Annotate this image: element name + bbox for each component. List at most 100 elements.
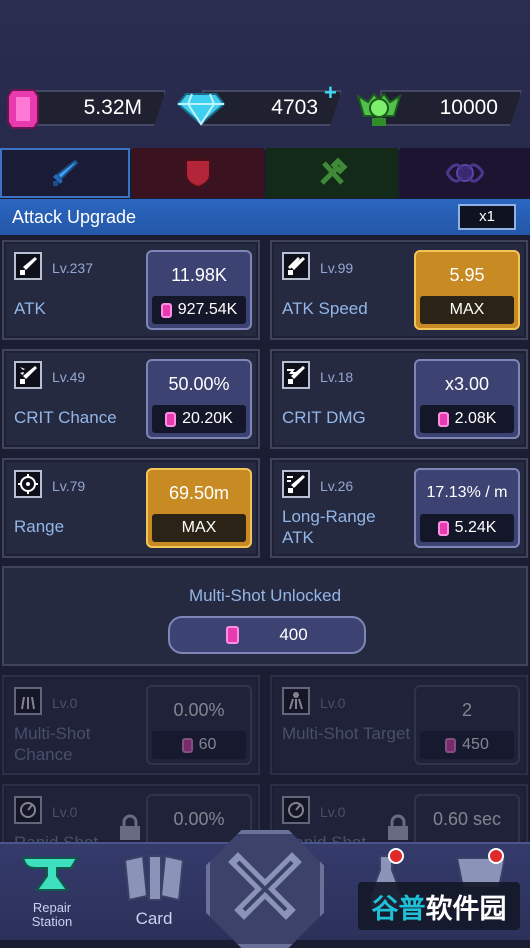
pink-gem-icon bbox=[6, 88, 40, 135]
upgrade-name: ATK Speed bbox=[282, 299, 368, 318]
upgrade-button[interactable]: 2 450 bbox=[414, 685, 520, 765]
level-label: Lv.99 bbox=[320, 260, 354, 276]
cost-amount: 5.24K bbox=[454, 519, 497, 536]
pink-gem-icon bbox=[226, 626, 240, 644]
max-label: MAX bbox=[152, 514, 246, 542]
upgrade-cost: 20.20K bbox=[152, 405, 246, 433]
upgrade-name: ATK bbox=[14, 299, 46, 318]
add-diamonds-button[interactable]: + bbox=[324, 80, 337, 106]
unlock-title: Multi-Shot Unlocked bbox=[188, 586, 342, 605]
category-tabs bbox=[0, 148, 530, 198]
crit-damage-icon bbox=[282, 361, 310, 389]
upgrade-name: CRIT DMG bbox=[282, 408, 366, 427]
currency-pink-gems: 5.32M bbox=[6, 86, 166, 130]
sword-icon bbox=[53, 159, 79, 186]
multi-shot-icon bbox=[14, 687, 42, 715]
target-icon bbox=[14, 470, 42, 498]
pink-gem-icon bbox=[437, 411, 449, 427]
cards-icon bbox=[123, 854, 185, 902]
upgrade-value: 5.95 bbox=[449, 265, 485, 285]
pink-gems-amount: 5.32M bbox=[28, 90, 166, 126]
double-sword-icon bbox=[282, 252, 310, 280]
upgrade-card-atk: Lv.237 ATK 11.98K 927.54K bbox=[2, 240, 260, 340]
level-label: Lv.0 bbox=[52, 804, 78, 820]
sword-upgrade-icon bbox=[14, 252, 42, 280]
lock-icon bbox=[388, 814, 408, 840]
level-label: Lv.18 bbox=[320, 369, 354, 385]
cost-amount: 927.54K bbox=[177, 301, 238, 318]
notification-badge bbox=[488, 848, 504, 864]
pink-gem-icon bbox=[181, 737, 193, 753]
cost-amount: 20.20K bbox=[182, 410, 233, 427]
pink-gem-icon bbox=[160, 302, 172, 318]
rapid-shot-icon bbox=[14, 796, 42, 824]
diamond-icon bbox=[176, 92, 226, 131]
anvil-icon bbox=[21, 857, 79, 891]
currency-green: 10000 bbox=[356, 86, 526, 130]
rapid-shot-icon bbox=[282, 796, 310, 824]
nav-repair-station[interactable]: Repair Station bbox=[12, 852, 92, 929]
tab-special[interactable] bbox=[400, 148, 530, 198]
multi-shot-unlock-panel: Multi-Shot Unlocked 400 bbox=[2, 566, 528, 666]
upgrade-value: 69.50m bbox=[168, 483, 230, 503]
upgrade-cost: 60 bbox=[152, 731, 246, 759]
tab-utility[interactable] bbox=[266, 148, 398, 198]
level-label: Lv.0 bbox=[320, 695, 346, 711]
upgrade-cost: 450 bbox=[420, 731, 514, 759]
upgrade-value: 0.00% bbox=[173, 809, 225, 829]
shield-icon bbox=[185, 159, 211, 189]
upgrade-name: Multi-Shot Chance bbox=[14, 724, 91, 764]
crossed-swords-icon bbox=[228, 852, 302, 920]
upgrade-name: Long-Range ATK bbox=[282, 507, 376, 547]
upgrade-button[interactable]: x3.00 2.08K bbox=[414, 359, 520, 439]
upgrade-value: x3.00 bbox=[444, 374, 490, 394]
upgrade-button[interactable]: 69.50m MAX bbox=[146, 468, 252, 548]
nav-repair-label: Repair Station bbox=[31, 900, 73, 929]
locked-card-rapid-shot-2: Lv.0 Rapid Shot 0.60 sec bbox=[270, 784, 528, 844]
unlock-button[interactable]: 400 bbox=[168, 616, 366, 654]
special-icon bbox=[445, 163, 485, 183]
upgrade-card-range: Lv.79 Range 69.50m MAX bbox=[2, 458, 260, 558]
upgrade-button[interactable]: 0.60 sec bbox=[414, 794, 520, 842]
tab-attack[interactable] bbox=[0, 148, 130, 198]
notification-badge bbox=[388, 848, 404, 864]
upgrade-button[interactable]: 50.00% 20.20K bbox=[146, 359, 252, 439]
green-crystal-icon bbox=[356, 88, 402, 133]
upgrade-value: 2 bbox=[461, 700, 472, 720]
nav-battle[interactable] bbox=[206, 830, 324, 948]
cost-amount: 450 bbox=[462, 736, 489, 753]
upgrade-button[interactable]: 5.95 MAX bbox=[414, 250, 520, 330]
cost-amount: 2.08K bbox=[454, 410, 497, 427]
upgrade-value: 11.98K bbox=[171, 265, 227, 285]
crit-sword-icon bbox=[14, 361, 42, 389]
nav-card-label: Card bbox=[135, 909, 173, 928]
watermark-part2: 软件园 bbox=[425, 893, 507, 924]
upgrade-button[interactable]: 0.00% 60 bbox=[146, 685, 252, 765]
upgrade-name: Multi-Shot Target bbox=[282, 724, 411, 743]
multi-target-icon bbox=[282, 687, 310, 715]
level-label: Lv.79 bbox=[52, 478, 86, 494]
upgrade-button[interactable]: 11.98K 927.54K bbox=[146, 250, 252, 330]
watermark-part1: 谷普 bbox=[371, 893, 426, 924]
level-label: Lv.237 bbox=[52, 260, 93, 276]
locked-card-multi-shot-chance: Lv.0 Multi-Shot Chance 0.00% 60 bbox=[2, 675, 260, 775]
tab-defense[interactable] bbox=[132, 148, 264, 198]
level-label: Lv.49 bbox=[52, 369, 86, 385]
level-label: Lv.26 bbox=[320, 478, 354, 494]
upgrade-value: 17.13% / m bbox=[426, 484, 508, 501]
watermark: 谷普 软件园 bbox=[358, 882, 520, 930]
lock-icon bbox=[120, 814, 140, 840]
multiplier-toggle[interactable]: x1 bbox=[458, 204, 516, 230]
upgrade-cost: 5.24K bbox=[420, 514, 514, 542]
pink-gem-icon bbox=[445, 737, 457, 753]
cost-amount: 60 bbox=[198, 736, 217, 753]
tools-icon bbox=[320, 157, 348, 185]
upgrade-name: Range bbox=[14, 517, 65, 536]
upgrade-card-crit-chance: Lv.49 CRIT Chance 50.00% 20.20K bbox=[2, 349, 260, 449]
upgrade-cost: 927.54K bbox=[152, 296, 246, 324]
upgrade-button[interactable]: 17.13% / m 5.24K bbox=[414, 468, 520, 548]
upgrade-card-atk-speed: Lv.99 ATK Speed 5.95 MAX bbox=[270, 240, 528, 340]
nav-card[interactable]: Card bbox=[116, 852, 192, 929]
section-title: Attack Upgrade bbox=[12, 207, 137, 227]
upgrade-cost: 2.08K bbox=[420, 405, 514, 433]
